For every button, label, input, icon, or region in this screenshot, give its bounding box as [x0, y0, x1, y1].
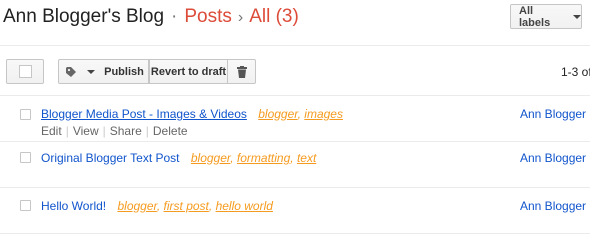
- post-row[interactable]: Hello World! blogger, first post, hello …: [0, 188, 590, 233]
- post-labels: blogger, images: [258, 107, 343, 121]
- chevron-down-icon: [573, 14, 581, 19]
- page-header: Ann Blogger's Blog · Posts › All (3) All lab…: [0, 0, 590, 44]
- post-title-line: Original Blogger Text Post blogger, form…: [41, 151, 316, 165]
- post-author[interactable]: Ann Blogger: [520, 107, 586, 121]
- post-row[interactable]: Original Blogger Text Post blogger, form…: [0, 142, 590, 187]
- publish-button[interactable]: Publish: [100, 59, 149, 84]
- header-divider: [0, 45, 590, 46]
- post-label[interactable]: images: [304, 107, 343, 121]
- delete-link[interactable]: Delete: [153, 124, 188, 138]
- post-author[interactable]: Ann Blogger: [520, 199, 586, 213]
- post-row[interactable]: Blogger Media Post - Images & Videos blo…: [0, 96, 590, 141]
- post-toolbar: Publish Revert to draft 1-3 of: [0, 55, 590, 87]
- post-checkbox[interactable]: [20, 152, 31, 163]
- post-actions: Edit | View | Share | Delete: [41, 124, 188, 138]
- post-title[interactable]: Blogger Media Post - Images & Videos: [41, 107, 247, 121]
- post-labels: blogger, first post, hello world: [117, 199, 273, 213]
- post-checkbox[interactable]: [20, 200, 31, 211]
- post-label[interactable]: blogger: [258, 107, 297, 121]
- labels-menu-button[interactable]: [58, 59, 101, 84]
- post-label[interactable]: formatting: [237, 151, 290, 165]
- breadcrumb: Ann Blogger's Blog · Posts › All (3): [3, 5, 299, 30]
- breadcrumb-posts[interactable]: Posts: [184, 6, 232, 27]
- breadcrumb-separator: ·: [171, 6, 178, 27]
- post-author[interactable]: Ann Blogger: [520, 151, 586, 165]
- trash-icon: [236, 65, 247, 78]
- select-all-button[interactable]: [6, 59, 44, 84]
- post-label[interactable]: first post: [164, 199, 209, 213]
- tag-icon: [65, 66, 76, 77]
- row-divider: [0, 233, 590, 234]
- share-link[interactable]: Share: [110, 124, 142, 138]
- chevron-down-icon: [86, 69, 95, 74]
- select-all-checkbox[interactable]: [18, 65, 32, 78]
- post-checkbox[interactable]: [20, 109, 31, 120]
- view-link[interactable]: View: [73, 124, 99, 138]
- post-title[interactable]: Original Blogger Text Post: [41, 151, 180, 165]
- post-labels: blogger, formatting, text: [190, 151, 317, 165]
- all-labels-dropdown[interactable]: All labels: [510, 4, 582, 29]
- blog-title[interactable]: Ann Blogger's Blog: [3, 6, 164, 27]
- post-title[interactable]: Hello World!: [41, 199, 106, 213]
- post-label[interactable]: blogger: [191, 151, 230, 165]
- revert-to-draft-button[interactable]: Revert to draft: [149, 59, 228, 84]
- pagination-count: 1-3 of: [561, 65, 590, 79]
- post-label[interactable]: text: [297, 151, 316, 165]
- post-label[interactable]: hello world: [216, 199, 273, 213]
- delete-button[interactable]: [228, 59, 256, 84]
- post-label[interactable]: blogger: [117, 199, 156, 213]
- breadcrumb-arrow: ›: [237, 9, 244, 26]
- edit-link[interactable]: Edit: [41, 124, 62, 138]
- breadcrumb-filter: All (3): [249, 6, 299, 27]
- post-title-line: Hello World! blogger, first post, hello …: [41, 199, 273, 213]
- all-labels-label: All labels: [519, 4, 551, 29]
- post-title-line: Blogger Media Post - Images & Videos blo…: [41, 107, 343, 121]
